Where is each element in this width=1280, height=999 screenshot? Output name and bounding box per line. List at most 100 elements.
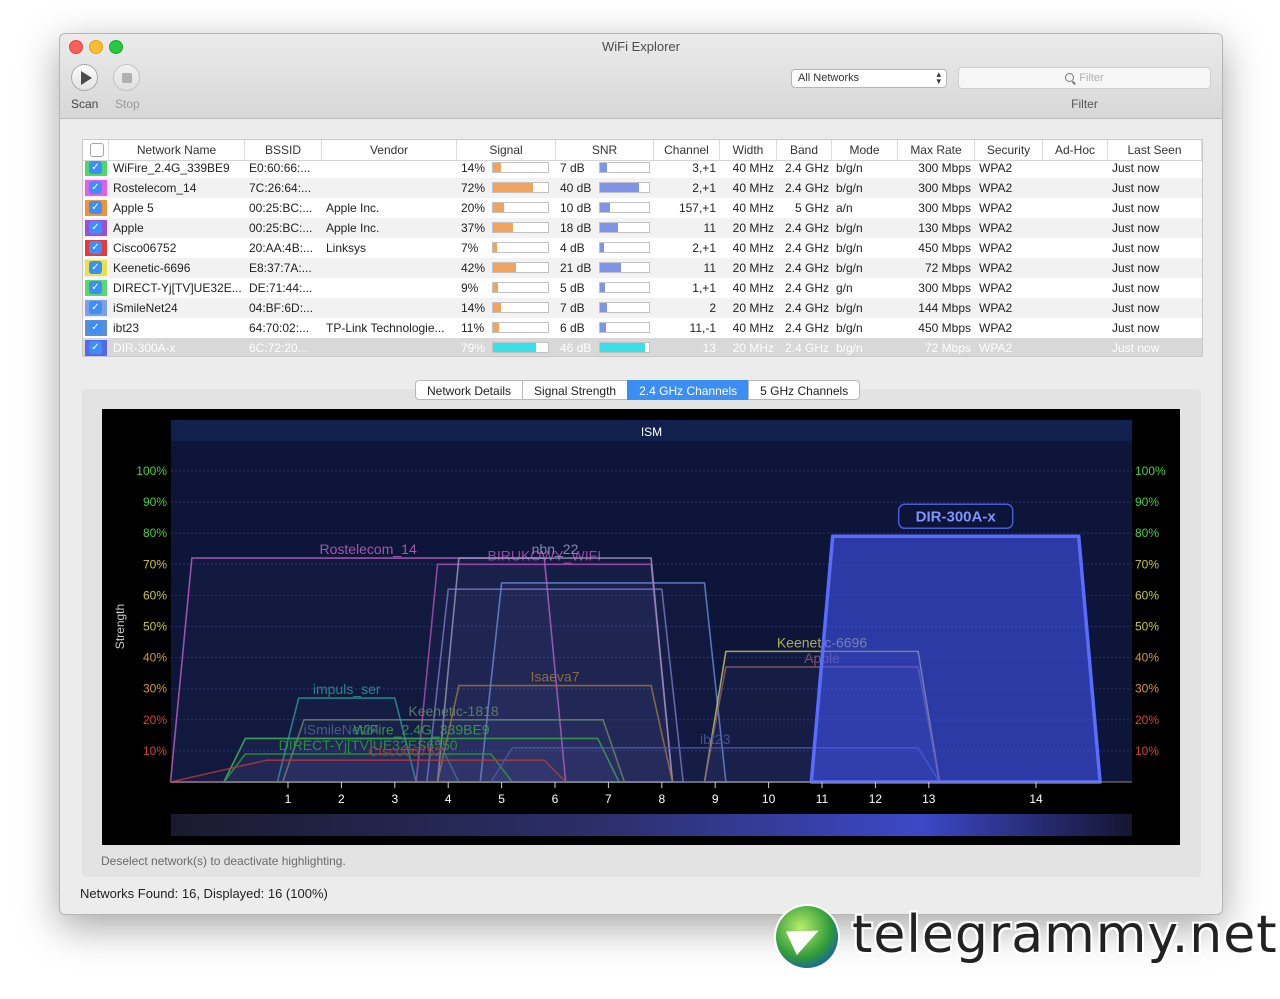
row-color-checkbox[interactable]: ✓ xyxy=(83,158,109,178)
name-text: ibt23 xyxy=(113,321,140,335)
table-row[interactable]: ✓ Cisco06752 20:AA:4B:... Linksys 7% 4 dB 2,+1… xyxy=(83,238,1202,258)
column-header-snr[interactable]: SNR xyxy=(556,140,654,160)
table-row[interactable]: ✓ ibt23 64:70:02:... TP-Link Technologie...… xyxy=(83,318,1202,338)
column-header-width[interactable]: Width xyxy=(720,140,777,160)
y-tick-label-left: 50% xyxy=(143,620,167,634)
table-row[interactable]: ✓ Apple 5 00:25:BC:... Apple Inc. 20% 10 dB 15… xyxy=(83,198,1202,218)
column-header-name[interactable]: Network Name xyxy=(109,140,245,160)
row-color-checkbox[interactable]: ✓ xyxy=(83,318,109,338)
table-row[interactable]: ✓ DIR-300A-x 6C:72:20... 79% 46 dB 13 20 MHz 2.… xyxy=(83,338,1202,356)
band-text: 2.4 GHz xyxy=(784,261,829,275)
row-color-checkbox[interactable]: ✓ xyxy=(83,178,109,198)
snr-text: 46 dB xyxy=(560,341,592,355)
column-header-max-rate[interactable]: Max Rate xyxy=(898,140,975,160)
channel-chart: ISM 10% 10% 20% 20% 30% 30% 40% 40% 50% 50% 60% 60% 7… xyxy=(102,409,1180,845)
width-text: 40 MHz xyxy=(732,241,774,255)
network-curve[interactable] xyxy=(809,534,1102,784)
network-filter-select[interactable]: All Networks ▴ ▾ xyxy=(791,69,947,88)
hint-text: Deselect network(s) to deactivate highli… xyxy=(101,854,346,868)
max-rate-text: 72 Mbps xyxy=(924,261,971,275)
row-color-checkbox[interactable]: ✓ xyxy=(83,238,109,258)
column-header-vendor[interactable]: Vendor xyxy=(322,140,457,160)
cell-adhoc xyxy=(1043,218,1108,238)
snr-level-bar xyxy=(599,262,650,273)
row-color-checkbox[interactable]: ✓ xyxy=(83,198,109,218)
mode-text: b/g/n xyxy=(836,301,863,315)
cell-signal: 79% xyxy=(457,338,556,356)
column-header-band[interactable]: Band xyxy=(777,140,832,160)
tab-2-4-ghz-channels[interactable]: 2.4 GHz Channels xyxy=(627,380,749,400)
max-rate-text: 300 Mbps xyxy=(918,281,971,295)
row-color-checkbox[interactable]: ✓ xyxy=(83,218,109,238)
checkmark-icon: ✓ xyxy=(89,301,102,314)
signal-level-fill xyxy=(493,223,514,232)
cell-signal: 14% xyxy=(457,298,556,318)
select-all-checkbox[interactable] xyxy=(90,143,104,157)
row-color-checkbox[interactable]: ✓ xyxy=(83,258,109,278)
tab-network-details[interactable]: Network Details xyxy=(415,380,523,400)
cell-adhoc xyxy=(1043,278,1108,298)
filter-search-field[interactable]: Filter xyxy=(958,67,1211,89)
cell-name: DIRECT-Yj[TV]UE32E... xyxy=(109,278,245,298)
table-header: Network Name BSSID Vendor Signal SNR Channel W… xyxy=(83,140,1202,161)
cell-max-rate: 300 Mbps xyxy=(898,198,975,218)
last-seen-text: Just now xyxy=(1112,321,1160,335)
band-text: 2.4 GHz xyxy=(784,241,829,255)
signal-level-bar xyxy=(492,302,549,313)
snr-text: 40 dB xyxy=(560,181,592,195)
tab-5-ghz-channels[interactable]: 5 GHz Channels xyxy=(748,380,861,400)
table-row[interactable]: ✓ iSmileNet24 04:BF:6D:... 14% 7 dB 2 20 MHz 2.… xyxy=(83,298,1202,318)
cell-snr: 4 dB xyxy=(556,238,654,258)
y-tick-label-right: 40% xyxy=(1135,651,1159,665)
cell-security: WPA2 xyxy=(975,278,1043,298)
snr-level-bar xyxy=(599,342,650,353)
column-header-security[interactable]: Security xyxy=(975,140,1043,160)
band-text: 2.4 GHz xyxy=(784,161,829,175)
column-header-adhoc[interactable]: Ad-Hoc xyxy=(1043,140,1108,160)
row-color-checkbox[interactable]: ✓ xyxy=(83,278,109,298)
signal-text: 14% xyxy=(461,161,486,175)
cell-bssid: 04:BF:6D:... xyxy=(245,298,322,318)
band-text: 2.4 GHz xyxy=(784,341,829,355)
row-color-checkbox[interactable]: ✓ xyxy=(83,298,109,318)
cell-last-seen: Just now xyxy=(1108,318,1202,338)
cell-band: 2.4 GHz xyxy=(777,218,832,238)
table-row[interactable]: ✓ Apple 00:25:BC:... Apple Inc. 37% 18 dB 11 20… xyxy=(83,218,1202,238)
x-tick-label: 6 xyxy=(552,792,559,806)
last-seen-text: Just now xyxy=(1112,161,1160,175)
spectrum-band xyxy=(171,814,1132,836)
scan-button[interactable] xyxy=(71,64,98,91)
cell-bssid: 00:25:BC:... xyxy=(245,218,322,238)
column-header-mode[interactable]: Mode xyxy=(832,140,898,160)
globe-icon xyxy=(776,906,838,968)
signal-text: 20% xyxy=(461,201,486,215)
cell-bssid: 64:70:02:... xyxy=(245,318,322,338)
y-tick-label-left: 40% xyxy=(143,651,167,665)
toolbar: WiFi Explorer Scan Stop All Networks ▴ ▾ … xyxy=(60,34,1222,119)
table-row[interactable]: ✓ WiFire_2.4G_339BE9 E0:60:66:... 14% 7 dB 3,… xyxy=(83,158,1202,178)
stop-button[interactable] xyxy=(113,64,140,91)
y-tick-label-right: 100% xyxy=(1135,464,1166,478)
cell-band: 2.4 GHz xyxy=(777,158,832,178)
x-tick-label: 2 xyxy=(338,792,345,806)
channel-text: 3,+1 xyxy=(692,161,716,175)
cell-channel: 11 xyxy=(654,218,720,238)
table-row[interactable]: ✓ Rostelecom_14 7C:26:64:... 72% 40 dB 2,+1 40… xyxy=(83,178,1202,198)
cell-adhoc xyxy=(1043,258,1108,278)
name-text: DIRECT-Yj[TV]UE32E... xyxy=(113,281,242,295)
width-text: 20 MHz xyxy=(732,221,774,235)
width-text: 40 MHz xyxy=(732,181,774,195)
table-row[interactable]: ✓ Keenetic-6696 E8:37:7A:... 42% 21 dB 11 20 M… xyxy=(83,258,1202,278)
network-curve-label: nbn_22 xyxy=(532,541,579,557)
signal-level-fill xyxy=(493,323,500,332)
column-header-last-seen[interactable]: Last Seen xyxy=(1108,140,1202,160)
table-row[interactable]: ✓ DIRECT-Yj[TV]UE32E... DE:71:44:... 9% 5 dB… xyxy=(83,278,1202,298)
column-header-signal[interactable]: Signal xyxy=(457,140,556,160)
column-header-channel[interactable]: Channel xyxy=(654,140,720,160)
y-tick-label-right: 80% xyxy=(1135,526,1159,540)
mode-text: b/g/n xyxy=(836,261,863,275)
row-color-checkbox[interactable]: ✓ xyxy=(83,338,109,356)
column-header-bssid[interactable]: BSSID xyxy=(245,140,322,160)
tab-signal-strength[interactable]: Signal Strength xyxy=(522,380,628,400)
checkmark-icon: ✓ xyxy=(89,341,102,354)
